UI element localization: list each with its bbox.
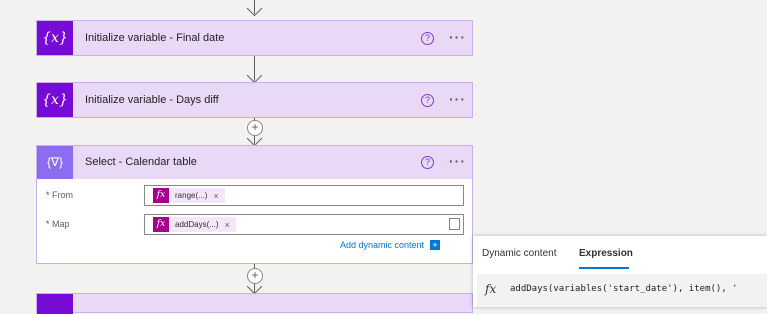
action-card-next[interactable] xyxy=(36,293,473,314)
token-label: addDays(...) xyxy=(175,220,219,229)
dynamic-content-panel: Dynamic content Expression fx addDays(va… xyxy=(473,236,767,307)
action-card-final-date[interactable]: {x} Initialize variable - Final date ? ·… xyxy=(36,20,473,56)
variable-icon: {x} xyxy=(37,21,73,55)
fx-icon: fx xyxy=(153,217,169,232)
fx-icon: fx xyxy=(153,188,169,203)
fx-icon: fx xyxy=(485,282,497,296)
action-card-days-diff[interactable]: {x} Initialize variable - Days diff ? ··… xyxy=(36,82,473,118)
tab-expression[interactable]: Expression xyxy=(579,248,633,259)
help-icon[interactable]: ? xyxy=(421,156,434,169)
map-field[interactable]: fx addDays(...) × xyxy=(144,214,464,235)
more-options-icon[interactable]: ··· xyxy=(449,29,466,45)
from-label: * From xyxy=(46,190,74,200)
add-dynamic-content-icon[interactable]: + xyxy=(430,240,440,250)
action-title: Select - Calendar table xyxy=(85,156,197,168)
map-label: * Map xyxy=(46,219,70,229)
expression-token[interactable]: fx addDays(...) × xyxy=(153,217,236,232)
expression-editor[interactable]: fx addDays(variables('start_date'), item… xyxy=(477,274,767,307)
tab-dynamic-content[interactable]: Dynamic content xyxy=(482,248,556,259)
add-dynamic-content-link[interactable]: Add dynamic content xyxy=(340,240,424,250)
expression-input[interactable]: addDays(variables('start_date'), item(),… xyxy=(510,284,738,294)
help-icon[interactable]: ? xyxy=(421,32,434,45)
remove-token-icon[interactable]: × xyxy=(213,191,218,201)
switch-map-mode-icon[interactable] xyxy=(449,218,460,230)
from-field[interactable]: fx range(...) × xyxy=(144,185,464,206)
action-title: Initialize variable - Final date xyxy=(85,32,225,44)
action-title: Initialize variable - Days diff xyxy=(85,94,219,106)
active-tab-indicator xyxy=(579,267,629,269)
more-options-icon[interactable]: ··· xyxy=(449,153,466,169)
select-card-header[interactable]: {∇} Select - Calendar table ? ··· xyxy=(37,146,472,179)
connector-arrow xyxy=(246,67,263,84)
select-icon: {∇} xyxy=(37,146,73,179)
remove-token-icon[interactable]: × xyxy=(225,220,230,230)
more-options-icon[interactable]: ··· xyxy=(449,91,466,107)
token-label: range(...) xyxy=(175,191,208,200)
variable-icon: {x} xyxy=(37,83,73,117)
variable-icon xyxy=(37,294,73,314)
connector-arrow xyxy=(246,0,263,17)
help-icon[interactable]: ? xyxy=(421,94,434,107)
expression-token[interactable]: fx range(...) × xyxy=(153,188,225,203)
select-card: {∇} Select - Calendar table ? ··· * From… xyxy=(36,145,473,264)
